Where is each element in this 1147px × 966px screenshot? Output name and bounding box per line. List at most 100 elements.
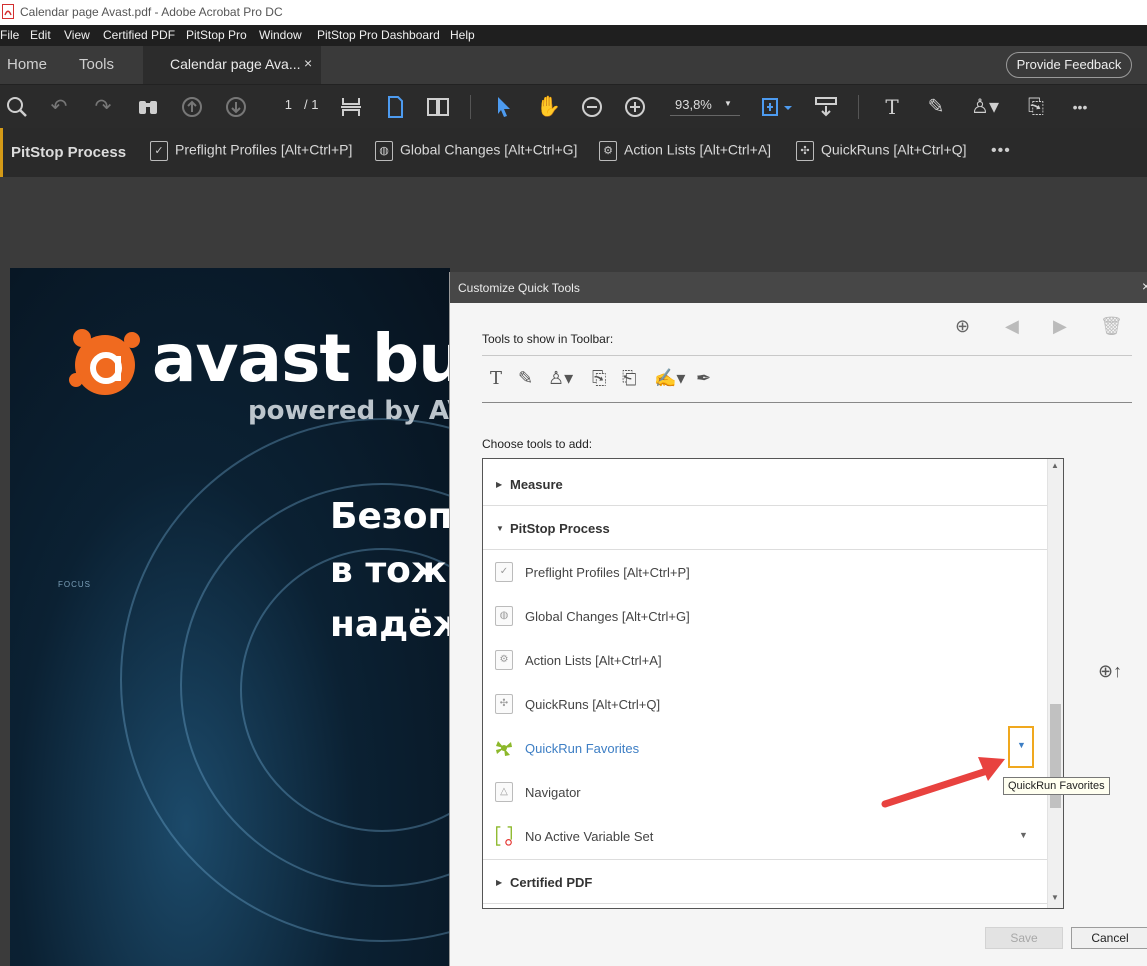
menu-view[interactable]: View — [64, 28, 90, 42]
page-number[interactable]: 1 / 1 — [270, 97, 319, 112]
quickruns-button[interactable]: ✣ QuickRuns [Alt+Ctrl+Q] — [796, 141, 967, 161]
move-up-add-icon[interactable]: ⊕↑ — [1098, 661, 1122, 682]
quickruns-icon: ✣ — [796, 141, 814, 161]
quickruns-label: QuickRuns [Alt+Ctrl+Q] — [821, 141, 967, 158]
close-tab-icon[interactable]: × — [304, 55, 312, 71]
tab-tools[interactable]: Tools — [79, 56, 114, 73]
group-certified-pdf[interactable]: ▶ Certified PDF — [483, 861, 1047, 905]
pitstop-inspector-icon[interactable]: ⎗ — [622, 368, 636, 389]
divider — [483, 903, 1047, 904]
headline-line-3: надёж — [330, 604, 450, 645]
menu-help[interactable]: Help — [450, 28, 475, 42]
page-down-icon[interactable] — [224, 95, 248, 119]
search-icon[interactable] — [5, 95, 29, 119]
choose-tools-label: Choose tools to add: — [482, 437, 593, 451]
select-cursor-icon[interactable] — [492, 95, 516, 119]
menu-window[interactable]: Window — [259, 28, 302, 42]
quickrun-favorites-icon — [496, 741, 512, 756]
delete-trash-icon[interactable]: 🗑 — [1100, 316, 1123, 337]
highlight-pen-icon[interactable]: ✎ — [924, 95, 948, 119]
divider — [483, 505, 1047, 506]
page-current[interactable]: 1 — [270, 97, 292, 112]
main-toolbar: ↶ ↷ 1 / 1 ✋ 93,8% ▼ T ✎ ♙▾ ⎘ ••• — [0, 84, 1147, 129]
text-tool-icon[interactable]: T — [490, 368, 502, 389]
preflight-profiles-button[interactable]: ✓ Preflight Profiles [Alt+Ctrl+P] — [150, 141, 352, 161]
zoom-out-icon[interactable] — [580, 95, 604, 119]
scroll-up-icon[interactable]: ▲ — [1051, 461, 1059, 470]
pitstop-edit-icon[interactable]: ⎘ — [592, 368, 606, 389]
zoom-select[interactable]: 93,8% ▼ — [670, 97, 740, 116]
list-item-preflight[interactable]: ✓ Preflight Profiles [Alt+Ctrl+P] — [483, 551, 1047, 595]
sign-pen-icon[interactable]: ✒ — [696, 368, 711, 389]
preflight-icon: ✓ — [495, 562, 513, 582]
list-item-label: Preflight Profiles [Alt+Ctrl+P] — [525, 565, 690, 580]
divider — [483, 859, 1047, 860]
move-right-icon[interactable]: ▶ — [1053, 316, 1067, 337]
action-lists-button[interactable]: ⚙ Action Lists [Alt+Ctrl+A] — [599, 141, 771, 161]
stamp-icon[interactable]: ♙▾ — [968, 95, 1002, 119]
page-up-icon[interactable] — [180, 95, 204, 119]
page-total: / 1 — [304, 97, 319, 112]
dialog-close-icon[interactable]: × — [1142, 278, 1147, 294]
global-changes-icon: ◍ — [495, 606, 513, 626]
two-page-icon[interactable] — [426, 95, 450, 119]
document-page: avast bus powered by AV Безоп в тож надё… — [10, 268, 450, 966]
zoom-in-icon[interactable] — [623, 95, 647, 119]
more-icon[interactable]: ••• — [991, 142, 1011, 160]
tab-document-label: Calendar page Ava... — [170, 56, 301, 72]
list-scrollbar[interactable]: ▲ ▼ — [1047, 459, 1063, 908]
list-item-variable-set[interactable]: No Active Variable Set ▼ — [483, 815, 1047, 859]
brand-text: avast bus — [152, 320, 450, 397]
list-item-quickrun-favorites[interactable]: QuickRun Favorites — [483, 727, 1047, 771]
undo-icon[interactable]: ↶ — [47, 95, 71, 119]
list-item-action-lists[interactable]: ⚙ Action Lists [Alt+Ctrl+A] — [483, 639, 1047, 683]
menu-certified-pdf[interactable]: Certified PDF — [103, 28, 175, 42]
divider — [483, 549, 1047, 550]
stamp-icon[interactable]: ♙▾ — [548, 368, 573, 389]
move-left-icon[interactable]: ◀ — [1005, 316, 1019, 337]
extract-icon[interactable] — [814, 95, 838, 119]
single-page-icon[interactable] — [383, 95, 407, 119]
chevron-down-icon[interactable]: ▼ — [1019, 830, 1028, 840]
window-title: Calendar page Avast.pdf - Adobe Acrobat … — [20, 5, 283, 19]
menu-edit[interactable]: Edit — [30, 28, 51, 42]
text-tool-icon[interactable]: T — [880, 95, 904, 119]
scroll-mode-icon[interactable] — [760, 95, 794, 119]
group-pitstop-label: PitStop Process — [510, 521, 610, 536]
menu-pitstop-pro[interactable]: PitStop Pro — [186, 28, 247, 42]
pitstop-toolbar: PitStop Process ✓ Preflight Profiles [Alt… — [0, 128, 1147, 177]
quickruns-icon: ✣ — [495, 694, 513, 714]
binoculars-icon[interactable] — [136, 95, 160, 119]
scroll-down-icon[interactable]: ▼ — [1051, 893, 1059, 902]
redo-icon[interactable]: ↷ — [91, 95, 115, 119]
add-separator-icon[interactable]: ⊕ — [955, 316, 970, 337]
hand-tool-icon[interactable]: ✋ — [536, 95, 561, 119]
title-bar: Calendar page Avast.pdf - Adobe Acrobat … — [0, 0, 1147, 25]
menu-pitstop-dashboard[interactable]: PitStop Pro Dashboard — [317, 28, 440, 42]
menu-file[interactable]: File — [0, 28, 19, 42]
list-item-quickruns[interactable]: ✣ QuickRuns [Alt+Ctrl+Q] — [483, 683, 1047, 727]
list-item-global-changes[interactable]: ◍ Global Changes [Alt+Ctrl+G] — [483, 595, 1047, 639]
provide-feedback-button[interactable]: Provide Feedback — [1006, 52, 1132, 78]
tab-document[interactable]: Calendar page Ava... × — [143, 46, 321, 84]
fit-page-icon[interactable] — [339, 95, 363, 119]
quickrun-favorites-dropdown[interactable]: ▼ — [1008, 726, 1034, 768]
save-button[interactable]: Save — [985, 927, 1063, 949]
more-tools-icon[interactable]: ••• — [1068, 95, 1092, 119]
group-pitstop-process[interactable]: ▼ PitStop Process — [483, 507, 1047, 551]
preflight-label: Preflight Profiles [Alt+Ctrl+P] — [175, 141, 353, 158]
tools-list[interactable]: ▶ Measure ▼ PitStop Process ✓ Preflight Pro… — [482, 458, 1064, 909]
highlight-pen-icon[interactable]: ✎ — [518, 368, 533, 389]
group-measure[interactable]: ▶ Measure — [483, 463, 1047, 507]
fill-sign-icon[interactable]: ✍▾ — [654, 368, 685, 389]
cancel-button[interactable]: Cancel — [1071, 927, 1147, 949]
list-item-label: Action Lists [Alt+Ctrl+A] — [525, 653, 662, 668]
list-item-navigator[interactable]: △ Navigator — [483, 771, 1047, 815]
separator — [470, 95, 471, 119]
global-changes-button[interactable]: ◍ Global Changes [Alt+Ctrl+G] — [375, 141, 577, 161]
group-certified-label: Certified PDF — [510, 875, 593, 890]
pitstop-edit-icon[interactable]: ⎘ — [1024, 95, 1048, 119]
tab-home[interactable]: Home — [7, 56, 47, 73]
action-lists-icon: ⚙ — [495, 650, 513, 670]
dialog-header: Customize Quick Tools × — [450, 272, 1147, 303]
